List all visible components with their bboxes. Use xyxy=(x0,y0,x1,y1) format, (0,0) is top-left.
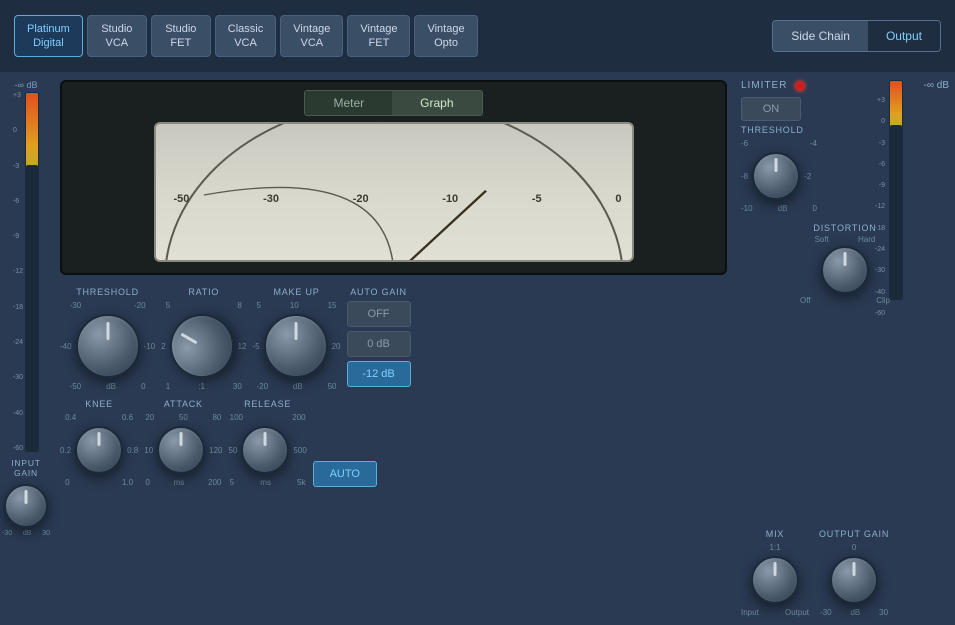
threshold-knob[interactable] xyxy=(76,314,140,378)
ratio-label: RATIO xyxy=(188,287,219,297)
output-gain-knob[interactable] xyxy=(830,556,878,604)
limiter-on-btn[interactable]: ON xyxy=(741,97,801,121)
input-meter-top-label: -∞ dB xyxy=(15,80,38,90)
auto-gain-off-btn[interactable]: OFF xyxy=(347,301,411,327)
top-right-buttons: Side Chain Output xyxy=(772,20,941,52)
distortion-off-label: Off xyxy=(800,296,811,305)
threshold-group: THRESHOLD -30-20 -40 -10 -50dB0 xyxy=(60,287,155,391)
output-gain-right: 30 xyxy=(879,608,888,617)
attack-label: ATTACK xyxy=(164,399,203,409)
preset-studio-fet[interactable]: StudioFET xyxy=(151,15,211,58)
knee-knob[interactable] xyxy=(75,426,123,474)
limiter-label: LIMITER xyxy=(741,80,787,91)
threshold-label: THRESHOLD xyxy=(76,287,139,297)
output-gain-value: 0 xyxy=(852,543,856,552)
output-gain-label: OUTPUT GAIN xyxy=(819,529,889,539)
preset-classic-vca[interactable]: ClassicVCA xyxy=(215,15,276,58)
ratio-knob[interactable] xyxy=(158,302,245,389)
release-knob[interactable] xyxy=(241,426,289,474)
graph-toggle[interactable]: Graph xyxy=(392,91,481,115)
distortion-section: DISTORTION Soft Hard Off Clip xyxy=(741,223,949,305)
distortion-knob[interactable] xyxy=(821,246,869,294)
preset-tabs: PlatinumDigital StudioVCA StudioFET Clas… xyxy=(14,15,478,58)
makeup-label: MAKE UP xyxy=(273,287,319,297)
mix-knob[interactable] xyxy=(751,556,799,604)
mix-group: MIX 1:1 Input Output xyxy=(741,529,809,617)
makeup-group: MAKE UP 51015 -5 20 -20dB50 xyxy=(252,287,340,391)
right-section: LIMITER -∞ dB ON THRESHOLD -6-4 -8 -2 xyxy=(735,72,955,625)
side-chain-button[interactable]: Side Chain xyxy=(773,21,868,51)
distortion-soft-label: Soft xyxy=(815,235,829,244)
output-vu-bar xyxy=(889,80,903,300)
output-gain-db: dB xyxy=(850,608,860,617)
vu-toggle-row: Meter Graph xyxy=(304,90,482,116)
limiter-row: LIMITER -∞ dB xyxy=(741,80,949,91)
limiter-threshold-knob[interactable] xyxy=(752,152,800,200)
makeup-knob[interactable] xyxy=(264,314,328,378)
mix-ratio: 1:1 xyxy=(769,543,780,552)
knee-group: KNEE 0.40.6 0.2 0.8 01.0 xyxy=(60,399,138,487)
center-section: Meter Graph -50 -30 -20 -10 -5 0 xyxy=(52,72,735,625)
auto-gain-neg12-btn[interactable]: -12 dB xyxy=(347,361,411,387)
input-gain-right-val: 30 xyxy=(42,530,50,537)
output-gain-group: OUTPUT GAIN 0 -30 dB 30 xyxy=(819,529,889,617)
attack-knob[interactable] xyxy=(157,426,205,474)
mix-input-label: Input xyxy=(741,608,759,617)
auto-gain-section: AUTO GAIN OFF 0 dB -12 dB xyxy=(347,287,411,387)
attack-group: ATTACK 205080 10 120 0ms200 xyxy=(144,399,222,487)
mix-output-label: Output xyxy=(785,608,809,617)
vu-display: Meter Graph -50 -30 -20 -10 -5 0 xyxy=(60,80,727,275)
meter-face: -50 -30 -20 -10 -5 0 xyxy=(154,122,634,262)
input-gain-label: INPUT GAIN xyxy=(2,458,50,478)
input-gain-knob[interactable] xyxy=(4,484,48,528)
input-gain-db-label: dB xyxy=(23,530,32,537)
release-group: RELEASE 100200 50 500 5ms5k xyxy=(229,399,307,487)
limiter-threshold-label: THRESHOLD xyxy=(741,125,804,135)
main-content: -∞ dB +3 0 -3 -6 -9 -12 -18 -24 -30 -40 … xyxy=(0,72,955,625)
preset-vintage-fet[interactable]: VintageFET xyxy=(347,15,410,58)
input-gain-left-val: -30 xyxy=(2,530,12,537)
knee-label: KNEE xyxy=(85,399,113,409)
preset-studio-vca[interactable]: StudioVCA xyxy=(87,15,147,58)
distortion-label: DISTORTION xyxy=(813,223,876,233)
preset-vintage-opto[interactable]: VintageOpto xyxy=(414,15,477,58)
input-vu-bar xyxy=(25,92,39,452)
meter-toggle[interactable]: Meter xyxy=(305,91,392,115)
auto-button[interactable]: AUTO xyxy=(313,461,377,487)
limiter-db-label: -∞ dB xyxy=(924,80,949,91)
ratio-group: RATIO 58 2 12 1:130 xyxy=(161,287,246,391)
distortion-hard-label: Hard xyxy=(858,235,875,244)
top-bar: PlatinumDigital StudioVCA StudioFET Clas… xyxy=(0,0,955,72)
preset-platinum-digital[interactable]: PlatinumDigital xyxy=(14,15,83,58)
limiter-led xyxy=(795,81,805,91)
input-gain-meter: -∞ dB +3 0 -3 -6 -9 -12 -18 -24 -30 -40 … xyxy=(0,72,52,625)
auto-gain-0db-btn[interactable]: 0 dB xyxy=(347,331,411,357)
mix-label: MIX xyxy=(766,529,784,539)
preset-vintage-vca[interactable]: VintageVCA xyxy=(280,15,343,58)
limiter-threshold-group: THRESHOLD -6-4 -8 -2 -10dB0 xyxy=(741,125,943,213)
output-gain-left: -30 xyxy=(820,608,832,617)
release-label: RELEASE xyxy=(244,399,291,409)
output-button[interactable]: Output xyxy=(868,21,940,51)
auto-gain-label: AUTO GAIN xyxy=(350,287,407,297)
